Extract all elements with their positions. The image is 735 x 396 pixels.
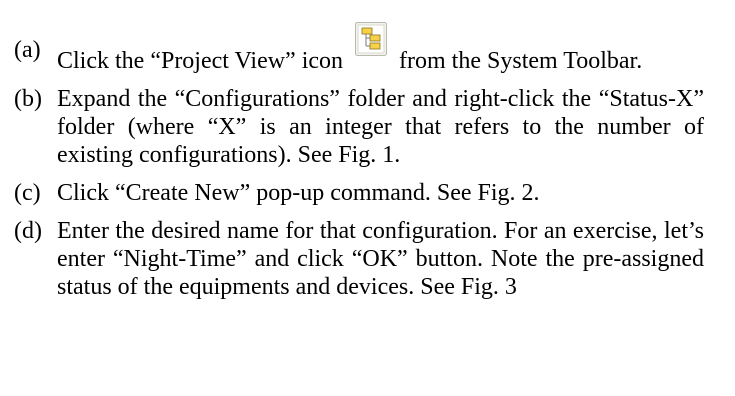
- step-label: (c): [14, 180, 41, 206]
- instruction-list: (a) Click the “Project View” icon from t…: [14, 0, 704, 301]
- step-text: Click “Create New” pop-up command. See F…: [57, 180, 540, 206]
- step-text-before-icon: Click the “Project View” icon: [57, 48, 350, 74]
- step-a: (a) Click the “Project View” icon from t…: [14, 22, 704, 75]
- step-label: (b): [14, 86, 42, 112]
- step-label: (d): [14, 218, 42, 244]
- project-view-icon: [355, 22, 388, 74]
- step-text: Enter the desired name for that configur…: [57, 218, 704, 300]
- step-text: Expand the “Configurations” folder and r…: [57, 86, 704, 168]
- step-text: Click the “Project View” icon from the S…: [57, 22, 704, 75]
- step-label: (a): [14, 37, 41, 63]
- step-text-after-icon: from the System Toolbar.: [393, 48, 643, 74]
- step-b: (b) Expand the “Configurations” folder a…: [14, 85, 704, 169]
- step-d: (d) Enter the desired name for that conf…: [14, 217, 704, 301]
- step-c: (c) Click “Create New” pop-up command. S…: [14, 179, 704, 207]
